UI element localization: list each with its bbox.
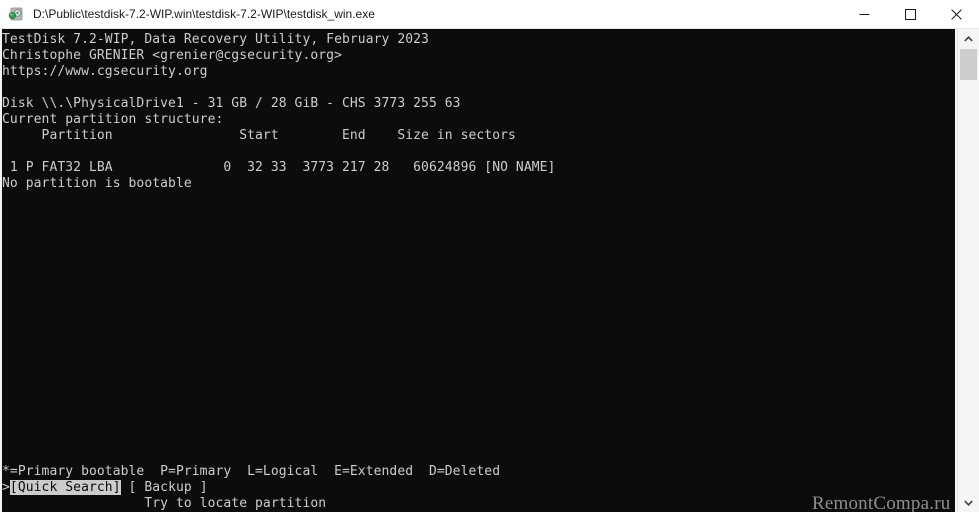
chevron-down-icon [964, 499, 973, 506]
boot-status-line: No partition is bootable [2, 176, 192, 191]
partition-table-header: Partition Start End Size in sectors [2, 128, 516, 143]
scroll-down-button[interactable] [958, 493, 979, 512]
window-title: D:\Public\testdisk-7.2-WIP.win\testdisk-… [33, 7, 375, 21]
minimize-icon [859, 13, 869, 15]
chevron-up-icon [964, 35, 973, 42]
testdisk-app-icon [8, 6, 24, 22]
site-watermark: RemontCompa.ru [812, 493, 951, 512]
disk-info-line: Disk \\.\PhysicalDrive1 - 31 GB / 28 GiB… [2, 96, 461, 111]
console-client-area[interactable]: TestDisk 7.2-WIP, Data Recovery Utility,… [0, 29, 979, 512]
close-icon [950, 8, 962, 20]
scroll-up-button[interactable] [958, 29, 979, 48]
close-button[interactable] [933, 0, 979, 29]
window-titlebar[interactable]: D:\Public\testdisk-7.2-WIP.win\testdisk-… [0, 0, 979, 29]
scrollbar-thumb[interactable] [960, 49, 977, 80]
app-website-line: https://www.cgsecurity.org [2, 64, 208, 79]
menu-hint-line: Try to locate partition [2, 496, 327, 511]
maximize-icon [904, 8, 916, 20]
menu-cursor-caret: > [2, 480, 10, 495]
table-row[interactable]: 1 P FAT32 LBA 0 32 33 3773 217 28 606248… [2, 160, 555, 176]
scrollbar-track[interactable] [958, 48, 979, 493]
minimize-button[interactable] [841, 0, 887, 29]
app-author-line: Christophe GRENIER <grenier@cgsecurity.o… [2, 48, 342, 63]
partition-type-legend: *=Primary bootable P=Primary L=Logical E… [2, 464, 501, 479]
menu-item-backup[interactable]: [ Backup ] [121, 480, 208, 495]
menu-bar: >[Quick Search] [ Backup ] [2, 480, 208, 496]
maximize-button[interactable] [887, 0, 933, 29]
terminal-text-buffer: TestDisk 7.2-WIP, Data Recovery Utility,… [0, 29, 955, 512]
menu-item-quick-search[interactable]: [Quick Search] [9, 480, 121, 495]
testdisk-console-window: D:\Public\testdisk-7.2-WIP.win\testdisk-… [0, 0, 979, 512]
app-banner-line: TestDisk 7.2-WIP, Data Recovery Utility,… [2, 32, 429, 47]
vertical-scrollbar[interactable] [957, 29, 979, 512]
partition-structure-label: Current partition structure: [2, 112, 224, 127]
